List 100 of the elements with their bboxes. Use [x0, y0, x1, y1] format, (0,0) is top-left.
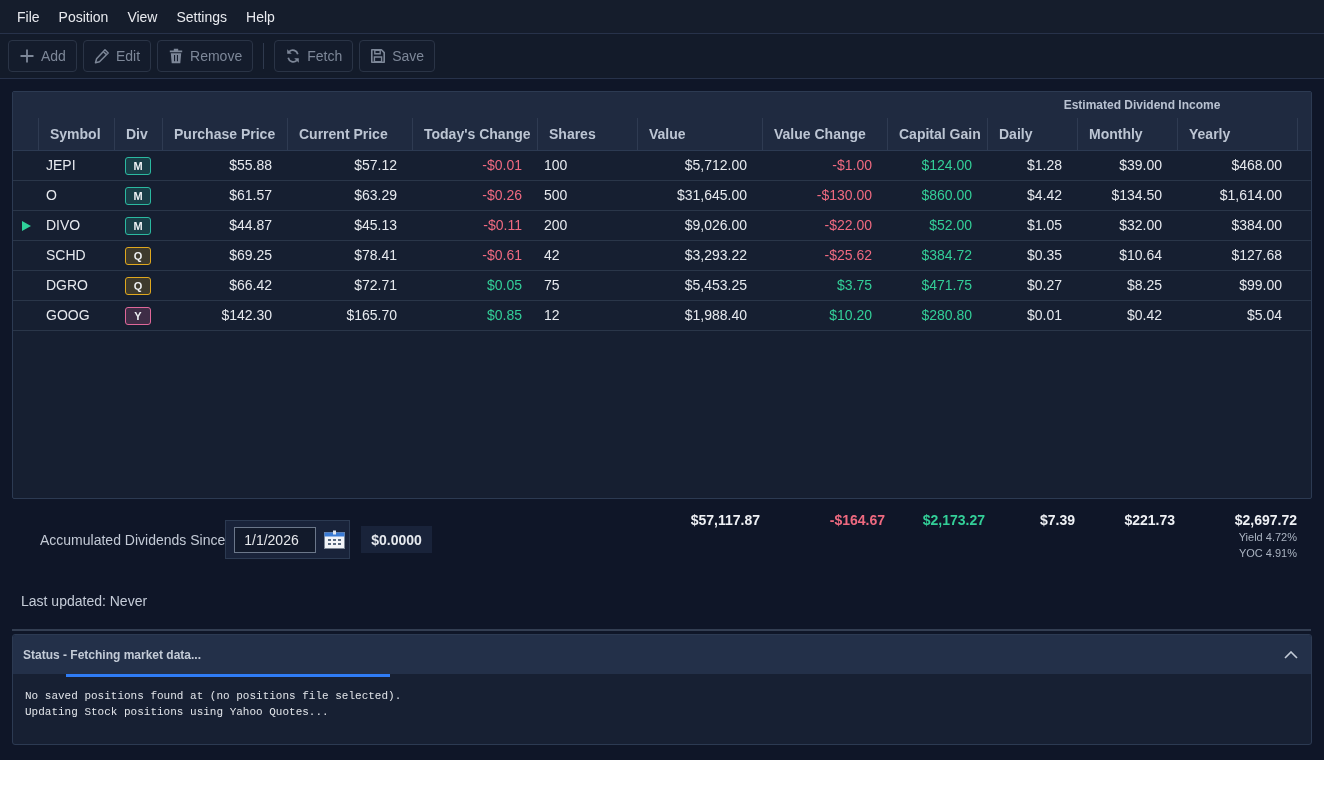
total-amount: -$164.67 [829, 512, 885, 529]
table-cell-text: $127.68 [1230, 247, 1283, 264]
table-cell-text: $3,293.22 [683, 247, 748, 264]
table-cell-text: -$0.01 [481, 157, 523, 174]
table-cell-text: $142.30 [220, 307, 273, 324]
total-amount: $57,117.87 [690, 512, 760, 529]
table-cell-text: 75 [543, 277, 561, 294]
accumulated-dividends-label: Accumulated Dividends Since [40, 531, 226, 548]
dividend-frequency-tag: M [125, 156, 151, 175]
column-header[interactable]: Value Change [762, 118, 887, 150]
table-cell-text: $52.00 [928, 217, 973, 234]
yield-note: Yield 4.72% [1238, 530, 1297, 545]
table-cell-text: $468.00 [1230, 157, 1283, 174]
table-cell-text: 12 [543, 307, 561, 324]
refresh-icon [285, 48, 302, 64]
last-updated-text: Last updated: Never [21, 593, 148, 610]
table-cell-text: -$25.62 [823, 247, 873, 264]
table-cell-text: $39.00 [1118, 157, 1163, 174]
table-cell-text: $1.28 [1025, 157, 1063, 174]
table-cell-text: $384.00 [1230, 217, 1283, 234]
column-header[interactable]: Shares [537, 118, 637, 150]
menu-item[interactable]: Position [50, 6, 117, 27]
menu-item[interactable]: File [9, 6, 48, 27]
table-cell-text: 500 [543, 187, 569, 204]
table-cell-text: -$1.00 [831, 157, 873, 174]
table-cell-text: $3.75 [835, 277, 873, 294]
table-cell-text: 200 [543, 217, 569, 234]
table-cell-text: $1,614.00 [1218, 187, 1283, 204]
log-line: No saved positions found at (no positions file selected). [25, 689, 402, 704]
dividend-frequency-tag: Q [125, 276, 151, 295]
date-input-field[interactable]: 1/1/2026 [234, 526, 317, 553]
column-header[interactable]: Div [114, 118, 162, 150]
dividend-frequency-tag: Q [125, 246, 151, 265]
column-header[interactable]: Purchase Price [162, 118, 287, 150]
pencil-icon [93, 48, 110, 64]
dividend-frequency-tag: M [125, 186, 151, 205]
column-header[interactable]: Value [637, 118, 762, 150]
table-cell-text: $63.29 [353, 187, 398, 204]
table-cell-text: $8.25 [1125, 277, 1163, 294]
table-cell-text: SCHD [45, 247, 87, 264]
table-cell-text: $72.71 [353, 277, 398, 294]
plus-icon [19, 48, 35, 64]
chevron-up-icon[interactable] [1284, 650, 1298, 659]
table-cell-text: $0.35 [1025, 247, 1063, 264]
column-header[interactable]: Capital Gain [887, 118, 987, 150]
table-cell-text: $78.41 [353, 247, 398, 264]
table-cell-text: $1.05 [1025, 217, 1063, 234]
table-cell-text: $10.20 [828, 307, 873, 324]
table-cell-text: -$22.00 [823, 217, 873, 234]
table-cell-text: O [45, 187, 58, 204]
table-cell-text: $860.00 [920, 187, 973, 204]
table-cell-text: -$0.61 [481, 247, 523, 264]
table-cell-text: $0.85 [485, 307, 523, 324]
column-header[interactable]: Daily [987, 118, 1077, 150]
table-cell-text: $31,645.00 [675, 187, 748, 204]
column-header[interactable]: Symbol [38, 118, 114, 150]
total-amount: $221.73 [1124, 512, 1175, 529]
column-header[interactable]: Today's Change [412, 118, 537, 150]
column-group-label: Estimated Dividend Income [1063, 98, 1221, 112]
table-cell-text: $69.25 [228, 247, 273, 264]
table-cell-text: -$130.00 [815, 187, 873, 204]
table-cell-text: $5,453.25 [683, 277, 748, 294]
menu-item[interactable]: Help [238, 6, 283, 27]
dividend-frequency-tag: M [125, 216, 151, 235]
menu-item[interactable]: View [119, 6, 166, 27]
calendar-icon[interactable] [324, 530, 346, 549]
menu-item[interactable]: Settings [168, 6, 236, 27]
table-cell-text: $99.00 [1238, 277, 1283, 294]
table-cell-text: $471.75 [920, 277, 973, 294]
column-header[interactable]: Monthly [1077, 118, 1177, 150]
table-cell-text: $165.70 [345, 307, 398, 324]
table-cell-text: $5.04 [1245, 307, 1283, 324]
table-cell-text: 100 [543, 157, 569, 174]
table-cell-text: $280.80 [920, 307, 973, 324]
table-cell-text: $44.87 [228, 217, 273, 234]
table-cell-text: -$0.11 [482, 217, 523, 234]
table-cell-text: $4.42 [1025, 187, 1063, 204]
table-cell-text: DIVO [45, 217, 82, 234]
total-amount: $2,173.27 [922, 512, 985, 529]
table-cell-text: $1,988.40 [683, 307, 748, 324]
table-cell-text: $66.42 [228, 277, 273, 294]
table-cell-text: DGRO [45, 277, 89, 294]
accumulated-amount: $0.0000 [361, 526, 432, 553]
total-amount: $2,697.72 [1234, 512, 1297, 529]
yield-note: YOC 4.91% [1238, 546, 1297, 561]
table-cell-text: $9,026.00 [683, 217, 748, 234]
column-header[interactable]: Current Price [287, 118, 412, 150]
table-cell-text: $32.00 [1118, 217, 1163, 234]
dividend-frequency-tag: Y [125, 306, 151, 325]
table-cell-text: $0.42 [1125, 307, 1163, 324]
table-cell-text: 42 [543, 247, 561, 264]
table-cell-text: $61.57 [228, 187, 273, 204]
status-header[interactable]: Status - Fetching market data... [13, 635, 1311, 674]
total-amount: $7.39 [1039, 512, 1075, 529]
table-cell-text: $5,712.00 [683, 157, 748, 174]
table-cell-text: $0.27 [1025, 277, 1063, 294]
table-cell-text: $57.12 [353, 157, 398, 174]
table-cell-text: $384.72 [920, 247, 973, 264]
column-header[interactable]: Yearly [1177, 118, 1297, 150]
table-cell-text: $0.01 [1025, 307, 1063, 324]
